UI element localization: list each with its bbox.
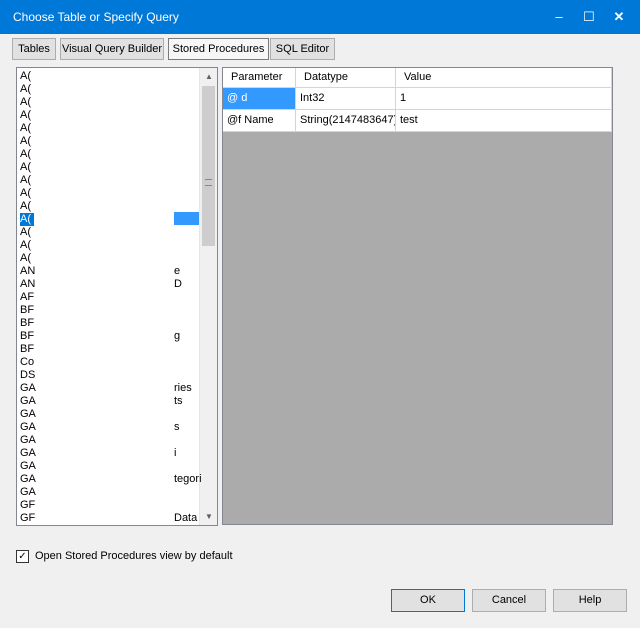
title-bar: Choose Table or Specify Query ‒ ☐ ✕ <box>0 0 640 34</box>
cancel-button[interactable]: Cancel <box>472 589 546 612</box>
list-item[interactable]: A( <box>20 148 31 161</box>
list-item-fragment: e <box>174 265 181 277</box>
value-cell[interactable]: 1 <box>396 88 612 109</box>
list-item[interactable]: A( <box>20 109 31 122</box>
list-item[interactable]: A( <box>20 174 31 187</box>
list-item-fragment: tegori <box>174 473 202 485</box>
default-view-label[interactable]: Open Stored Procedures view by default <box>35 549 233 563</box>
list-item-fragment: ries <box>174 382 192 394</box>
list-item[interactable]: AN <box>20 265 35 278</box>
tab-tables[interactable]: Tables <box>12 38 56 60</box>
stored-procedure-list[interactable]: GFGFGFGAGAGAGAGAGAGAGAGADSCoBFBFBFBFAFAN… <box>16 67 218 526</box>
datatype-cell[interactable]: Int32 <box>296 88 396 109</box>
list-item-fragment: g <box>174 330 181 342</box>
list-item-fragment: D <box>174 278 182 290</box>
header-parameter[interactable]: Parameter <box>223 68 296 87</box>
scroll-up-icon[interactable]: ▲ <box>200 68 217 85</box>
parameters-grid: Parameter Datatype Value @ d Int32 1 @f … <box>222 67 613 525</box>
tab-visual-query-builder[interactable]: Visual Query Builder <box>60 38 164 60</box>
list-item[interactable]: A( <box>20 135 31 148</box>
minimize-button[interactable]: ‒ <box>544 0 574 34</box>
help-button[interactable]: Help <box>553 589 627 612</box>
list-item[interactable]: GA <box>20 421 36 434</box>
list-item[interactable]: A( <box>20 187 31 200</box>
list-item[interactable]: GA <box>20 460 36 473</box>
list-item[interactable]: GA <box>20 395 36 408</box>
tab-stored-procedures[interactable]: Stored Procedures <box>168 38 269 60</box>
list-item[interactable]: A( <box>20 200 31 213</box>
list-item[interactable]: GA <box>20 382 36 395</box>
list-item[interactable]: A( <box>20 83 31 96</box>
table-row[interactable]: @f Name String(2147483647) test <box>223 110 612 132</box>
parameter-cell[interactable]: @ d <box>223 88 296 109</box>
list-item[interactable]: A( <box>20 96 31 109</box>
selection-highlight <box>174 212 199 225</box>
list-item[interactable]: A( <box>20 122 31 135</box>
list-scrollbar[interactable]: ▲ ▼ <box>199 68 217 525</box>
scroll-thumb[interactable] <box>202 86 215 246</box>
datatype-cell[interactable]: String(2147483647) <box>296 110 396 131</box>
header-value[interactable]: Value <box>396 68 612 87</box>
window-title: Choose Table or Specify Query <box>13 10 179 24</box>
list-item[interactable]: GA <box>20 447 36 460</box>
list-item[interactable]: GF <box>20 525 35 526</box>
list-item[interactable]: AN <box>20 278 35 291</box>
list-item[interactable]: BF <box>20 330 34 343</box>
close-button[interactable]: ✕ <box>604 0 634 34</box>
list-item-fragment: i <box>174 447 177 459</box>
list-item[interactable]: GF <box>20 512 35 525</box>
grid-header: Parameter Datatype Value <box>223 68 612 88</box>
grip-icon <box>205 179 212 186</box>
list-item-fragment: Data <box>174 512 198 524</box>
list-item[interactable]: GA <box>20 434 36 447</box>
list-item[interactable]: AF <box>20 291 34 304</box>
list-item[interactable]: BF <box>20 317 34 330</box>
list-item[interactable]: A( <box>20 213 34 226</box>
maximize-button[interactable]: ☐ <box>574 0 604 34</box>
list-item[interactable]: A( <box>20 252 31 265</box>
list-item[interactable]: GF <box>20 499 35 512</box>
value-cell[interactable]: test <box>396 110 612 131</box>
list-item[interactable]: DS <box>20 369 35 382</box>
list-item[interactable]: A( <box>20 161 31 174</box>
table-row[interactable]: @ d Int32 1 <box>223 88 612 110</box>
ok-button[interactable]: OK <box>391 589 465 612</box>
list-item[interactable]: GA <box>20 486 36 499</box>
list-item-fragment: s <box>174 421 180 433</box>
list-item[interactable]: GA <box>20 473 36 486</box>
default-view-checkbox[interactable]: ✓ <box>16 550 29 563</box>
list-item[interactable]: A( <box>20 226 31 239</box>
list-item[interactable]: A( <box>20 239 31 252</box>
scroll-down-icon[interactable]: ▼ <box>200 508 217 525</box>
list-item[interactable]: A( <box>20 70 31 83</box>
list-item-fragment: ts <box>174 395 183 407</box>
list-item[interactable]: BF <box>20 343 34 356</box>
tab-sql-editor[interactable]: SQL Editor <box>270 38 335 60</box>
parameter-cell[interactable]: @f Name <box>223 110 296 131</box>
list-item[interactable]: BF <box>20 304 34 317</box>
list-item[interactable]: Co <box>20 356 34 369</box>
header-datatype[interactable]: Datatype <box>296 68 396 87</box>
list-item[interactable]: GA <box>20 408 36 421</box>
